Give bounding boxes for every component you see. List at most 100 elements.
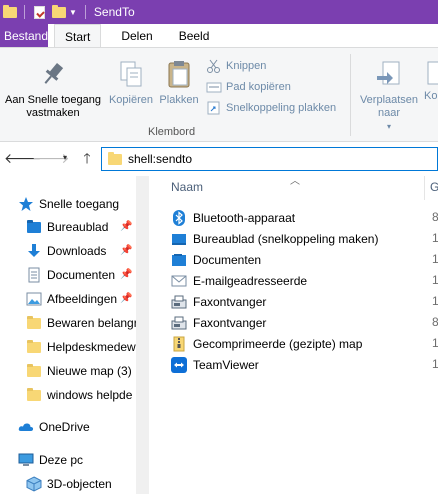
column-header-name[interactable]: Naam	[171, 180, 203, 194]
file-name: Documenten	[193, 252, 262, 267]
pin-quick-access-label: Aan Snelle toegang vastmaken	[4, 94, 102, 119]
copy-to-label: Ko	[424, 90, 438, 102]
nav-item-folder[interactable]: windows helpde	[26, 384, 136, 406]
title-separator	[24, 5, 25, 19]
paste-shortcut-button[interactable]: Snelkoppeling plakken	[206, 98, 336, 118]
copy-icon	[115, 58, 147, 90]
ribbon-separator	[350, 54, 351, 136]
nav-3d-objects-label: 3D-objecten	[47, 477, 112, 491]
pin-icon[interactable]: 📌	[120, 245, 132, 256]
quick-access-toolbar-dropdown-icon[interactable]: ▼	[69, 8, 77, 17]
computer-icon	[18, 452, 34, 468]
copy-button[interactable]: Kopiëren	[106, 58, 156, 107]
sort-ascending-icon: ︿	[290, 176, 300, 187]
title-bar: ▼ SendTo	[0, 0, 438, 24]
tab-share[interactable]: Delen	[111, 24, 162, 48]
recent-locations-dropdown[interactable]: ▾	[56, 149, 74, 167]
tab-view[interactable]: Beeld	[169, 24, 220, 48]
file-column-value: 1	[432, 273, 438, 287]
paste-shortcut-icon	[206, 101, 222, 115]
navigation-scrollbar[interactable]	[136, 176, 149, 494]
teamviewer-icon	[171, 356, 187, 373]
list-item[interactable]: TeamViewer	[171, 354, 259, 375]
copy-label: Kopiëren	[108, 94, 154, 106]
ribbon-tabs: Bestand Start Delen Beeld	[0, 24, 438, 48]
bluetooth-icon	[171, 209, 187, 226]
folder-icon	[26, 363, 42, 379]
column-separator[interactable]	[424, 176, 425, 200]
address-row: 🡐 🡒 ▾ 🡑 shell:sendto	[0, 142, 438, 176]
fax-icon	[171, 315, 187, 331]
forward-button[interactable]: 🡒	[32, 149, 70, 167]
copy-path-icon	[206, 80, 222, 94]
list-item[interactable]: Documenten	[171, 249, 261, 270]
clipboard-group-label: Klembord	[148, 126, 196, 138]
folder-icon	[26, 315, 42, 331]
nav-this-pc[interactable]: Deze pc	[18, 449, 83, 471]
copy-path-button[interactable]: Pad kopiëren	[206, 77, 291, 97]
tab-file[interactable]: Bestand	[0, 24, 48, 48]
paste-button[interactable]: Plakken	[156, 58, 202, 107]
folder-icon	[0, 0, 20, 24]
address-bar[interactable]: shell:sendto	[101, 147, 438, 171]
nav-item-label: windows helpde	[47, 388, 133, 402]
nav-this-pc-label: Deze pc	[39, 453, 84, 467]
cut-label: Knippen	[226, 60, 267, 72]
cube-icon	[26, 476, 42, 492]
pictures-icon	[26, 291, 42, 307]
cut-button[interactable]: Knippen	[206, 56, 266, 76]
nav-item-label: Bureaublad	[47, 220, 109, 234]
pin-quick-access-button[interactable]: Aan Snelle toegang vastmaken	[0, 58, 106, 120]
zip-folder-icon	[171, 336, 187, 352]
column-header-next[interactable]: G	[430, 180, 438, 194]
list-item[interactable]: Bluetooth-apparaat	[171, 207, 295, 228]
paste-shortcut-label: Snelkoppeling plakken	[226, 102, 337, 114]
properties-icon[interactable]	[29, 0, 49, 24]
copy-to-icon	[424, 58, 438, 90]
tab-start[interactable]: Start	[54, 24, 102, 48]
file-column-value: 1	[432, 294, 438, 308]
list-item[interactable]: Gecomprimeerde (gezipte) map	[171, 333, 362, 354]
window-title: SendTo	[93, 5, 135, 19]
nav-quick-access[interactable]: Snelle toegang	[18, 193, 119, 215]
file-column-value: 8	[432, 210, 438, 224]
star-icon	[18, 196, 34, 212]
back-button[interactable]: 🡐	[4, 149, 42, 167]
new-folder-icon[interactable]	[49, 0, 69, 24]
nav-item-folder[interactable]: Nieuwe map (3)	[26, 360, 136, 382]
nav-item-label: Afbeeldingen	[47, 292, 118, 306]
documents-icon	[26, 267, 42, 283]
list-item[interactable]: Faxontvanger	[171, 312, 266, 333]
pin-icon[interactable]: 📌	[120, 269, 132, 280]
list-item[interactable]: E-mailgeadresseerde	[171, 270, 307, 291]
nav-3d-objects[interactable]: 3D-objecten	[26, 473, 112, 494]
file-column-value: 1	[432, 252, 438, 266]
copy-to-button[interactable]: Ko	[424, 58, 438, 103]
file-name: E-mailgeadresseerde	[193, 273, 308, 288]
nav-onedrive-label: OneDrive	[39, 420, 90, 434]
onedrive-cloud-icon	[18, 419, 34, 435]
nav-item-folder[interactable]: Helpdeskmedew	[26, 336, 136, 358]
folder-icon	[26, 339, 42, 355]
documents-icon	[171, 252, 187, 268]
folder-icon	[108, 151, 122, 165]
nav-item-folder[interactable]: Bewaren belangr	[26, 312, 136, 334]
file-name: Gecomprimeerde (gezipte) map	[193, 336, 363, 351]
list-item[interactable]: Bureaublad (snelkoppeling maken)	[171, 228, 378, 249]
ribbon: Aan Snelle toegang vastmaken Kopiëren Pl…	[0, 47, 438, 142]
nav-item-label: Bewaren belangr	[47, 316, 136, 330]
move-to-dropdown-icon: ▾	[386, 122, 391, 131]
move-to-icon	[373, 58, 405, 90]
list-item[interactable]: Faxontvanger	[171, 291, 266, 312]
pin-icon[interactable]: 📌	[120, 221, 132, 232]
file-name: TeamViewer	[193, 357, 259, 372]
download-icon	[26, 243, 42, 259]
nav-onedrive[interactable]: OneDrive	[18, 416, 90, 438]
file-column-value: 1	[432, 357, 438, 371]
pin-icon[interactable]: 📌	[120, 293, 132, 304]
title-separator	[84, 5, 86, 19]
up-button[interactable]: 🡑	[78, 149, 96, 167]
scissors-icon	[206, 59, 222, 73]
file-column-value: 8	[432, 315, 438, 329]
move-to-button[interactable]: Verplaatsen naar ▾	[356, 58, 422, 133]
